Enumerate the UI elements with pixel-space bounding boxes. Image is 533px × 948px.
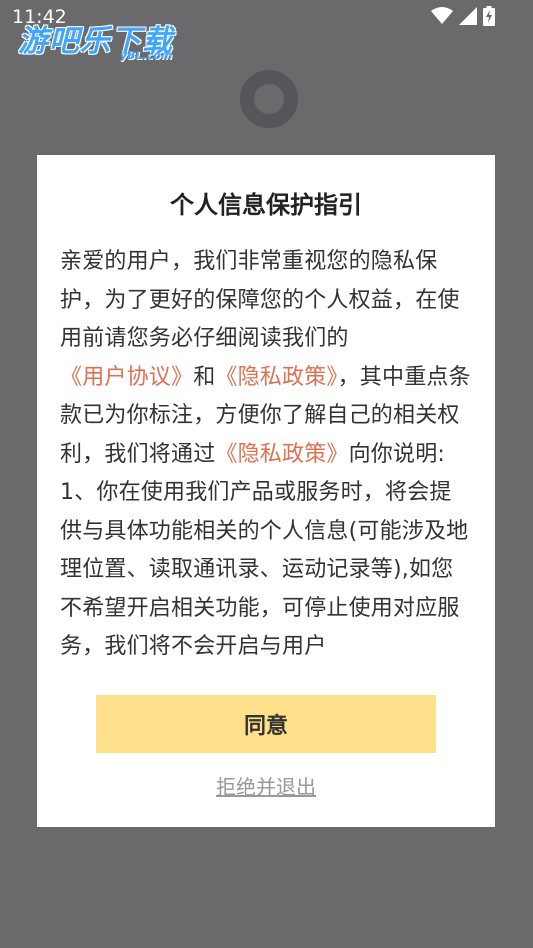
privacy-dialog: 个人信息保护指引 亲爱的用户，我们非常重视您的隐私保护，为了更好的保障您的个人权… [37, 155, 495, 827]
dialog-body[interactable]: 亲爱的用户，我们非常重视您的隐私保护，为了更好的保障您的个人权益，在使用前请您务… [60, 243, 472, 667]
watermark-logo: 游吧乐下载 yBL.com [18, 16, 188, 66]
body-text: 亲爱的用户，我们非常重视您的隐私保护，为了更好的保障您的个人权益，在使用前请您务… [60, 249, 460, 351]
wifi-icon [431, 7, 453, 24]
watermark-subtext: yBL.com [120, 49, 173, 62]
body-text: 和 [193, 364, 216, 390]
user-agreement-link[interactable]: 《用户协议》 [60, 365, 193, 390]
privacy-policy-link[interactable]: 《隐私政策》 [215, 365, 337, 390]
battery-charging-icon [483, 6, 495, 26]
signal-icon [459, 7, 477, 25]
dialog-title: 个人信息保护指引 [170, 191, 362, 219]
agree-button[interactable]: 同意 [96, 695, 436, 753]
status-icons [431, 6, 495, 26]
app-logo-icon [240, 70, 298, 128]
reject-and-exit-link[interactable]: 拒绝并退出 [37, 771, 495, 800]
privacy-policy-link[interactable]: 《隐私政策》 [215, 442, 348, 467]
body-text: 向你说明: 1、你在使用我们产品或服务时，将会提供与具体功能相关的个人信息(可能… [60, 441, 469, 660]
